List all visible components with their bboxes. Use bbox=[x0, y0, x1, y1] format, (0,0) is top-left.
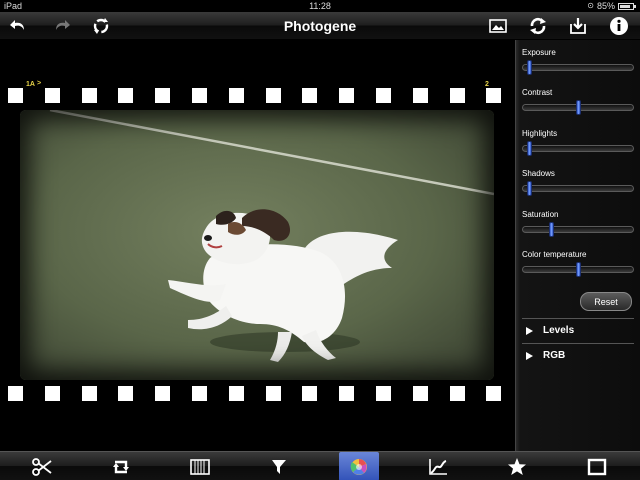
info-icon[interactable] bbox=[608, 15, 630, 37]
filter-icon[interactable] bbox=[259, 452, 299, 480]
slider-label: Saturation bbox=[522, 210, 559, 219]
film-hole bbox=[412, 386, 428, 401]
slider-label: Exposure bbox=[522, 48, 556, 57]
color-temperature-slider[interactable]: Color temperature bbox=[522, 250, 634, 277]
film-hole bbox=[486, 88, 502, 103]
frame-label-left: 1A bbox=[26, 81, 35, 88]
slider-track[interactable] bbox=[522, 262, 634, 277]
film-hole bbox=[118, 88, 134, 103]
contrast-slider[interactable]: Contrast bbox=[522, 88, 634, 115]
film-hole bbox=[302, 88, 318, 103]
film-hole bbox=[376, 88, 391, 103]
frame-label-right: 2 bbox=[485, 81, 489, 88]
film-hole bbox=[265, 386, 281, 401]
frame-arrow: > bbox=[37, 80, 42, 87]
revert-icon[interactable] bbox=[90, 15, 112, 37]
sync-icon[interactable] bbox=[527, 15, 549, 37]
section-levels[interactable]: Levels bbox=[522, 318, 634, 342]
film-hole bbox=[81, 386, 97, 401]
film-hole bbox=[228, 88, 244, 103]
film-hole bbox=[302, 386, 318, 401]
film-hole bbox=[118, 386, 134, 401]
exposure-slider[interactable]: Exposure bbox=[522, 48, 634, 75]
film-hole bbox=[265, 88, 281, 103]
highlights-slider[interactable]: Highlights bbox=[522, 129, 634, 156]
slider-track[interactable] bbox=[522, 100, 634, 115]
color-wheel-icon[interactable] bbox=[339, 452, 379, 480]
reset-button[interactable]: Reset bbox=[580, 292, 632, 311]
top-toolbar: Photogene bbox=[0, 12, 640, 40]
border-icon[interactable] bbox=[577, 452, 617, 480]
battery-area: ⊙ 85% bbox=[587, 0, 636, 12]
undo-icon[interactable] bbox=[8, 15, 30, 37]
film-hole bbox=[8, 386, 23, 401]
bottom-toolbar bbox=[0, 451, 640, 480]
rotate-icon[interactable] bbox=[101, 452, 141, 480]
slider-label: Contrast bbox=[522, 88, 553, 97]
slider-knob[interactable] bbox=[576, 262, 581, 277]
film-holes-bottom bbox=[0, 386, 515, 402]
slider-knob[interactable] bbox=[576, 100, 581, 115]
film-hole bbox=[155, 386, 171, 401]
film-hole bbox=[44, 386, 60, 401]
slider-track[interactable] bbox=[522, 141, 634, 156]
slider-track[interactable] bbox=[522, 181, 634, 196]
slider-knob[interactable] bbox=[526, 181, 532, 196]
favorites-icon[interactable] bbox=[497, 452, 537, 480]
film-holes-top bbox=[0, 88, 515, 104]
film-hole bbox=[412, 88, 428, 103]
status-bar: iPad 11:28 ⊙ 85% bbox=[0, 0, 640, 12]
film-hole bbox=[449, 88, 465, 103]
film-hole bbox=[8, 88, 23, 103]
slider-label: Shadows bbox=[522, 169, 555, 178]
shadows-slider[interactable]: Shadows bbox=[522, 169, 634, 196]
film-hole bbox=[81, 88, 97, 103]
rotation-lock-icon: ⊙ bbox=[587, 1, 594, 10]
disclosure-triangle-icon bbox=[526, 326, 533, 335]
section-rgb[interactable]: RGB bbox=[522, 343, 634, 367]
film-hole bbox=[449, 386, 465, 401]
crop-icon[interactable] bbox=[22, 452, 62, 480]
film-hole bbox=[44, 88, 60, 103]
film-hole bbox=[486, 386, 502, 401]
section-label: Levels bbox=[543, 325, 575, 336]
slider-track[interactable] bbox=[522, 60, 634, 75]
slider-knob[interactable] bbox=[526, 141, 532, 156]
slider-track[interactable] bbox=[522, 222, 634, 237]
slider-label: Highlights bbox=[522, 129, 558, 138]
slider-knob[interactable] bbox=[548, 222, 554, 237]
film-hole bbox=[376, 386, 391, 401]
film-hole bbox=[339, 88, 355, 103]
slider-knob[interactable] bbox=[526, 60, 532, 75]
adjustments-panel: Exposure Contrast Highlights Shadows Sat… bbox=[515, 40, 640, 451]
film-hole bbox=[339, 386, 355, 401]
slider-label: Color temperature bbox=[522, 250, 587, 259]
film-hole bbox=[228, 386, 244, 401]
saturation-slider[interactable]: Saturation bbox=[522, 210, 634, 237]
photo-vignette bbox=[20, 110, 494, 380]
curves-icon[interactable] bbox=[418, 452, 458, 480]
film-hole bbox=[192, 386, 207, 401]
disclosure-triangle-icon bbox=[526, 351, 533, 360]
battery-icon bbox=[618, 2, 636, 10]
clock: 11:28 bbox=[309, 1, 331, 11]
film-hole bbox=[155, 88, 171, 103]
photo-canvas[interactable]: 1A > 2 bbox=[0, 40, 515, 451]
section-label: RGB bbox=[543, 350, 566, 361]
redo-icon[interactable] bbox=[50, 15, 72, 37]
film-hole bbox=[192, 88, 207, 103]
frame-icon[interactable] bbox=[180, 452, 220, 480]
photo[interactable] bbox=[20, 110, 494, 380]
photo-library-icon[interactable] bbox=[487, 15, 509, 37]
battery-percent: 85% bbox=[596, 1, 615, 11]
save-icon[interactable] bbox=[567, 15, 589, 37]
